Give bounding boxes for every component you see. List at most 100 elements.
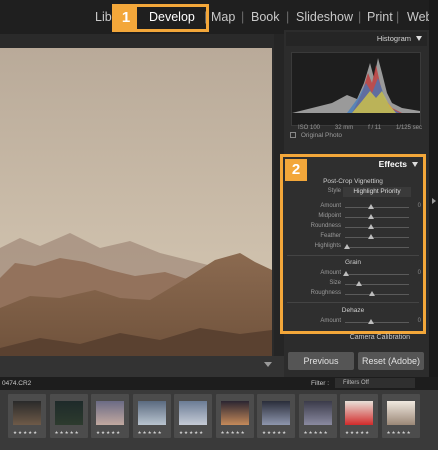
vignette-midpoint-slider-thumb[interactable] <box>367 214 374 219</box>
original-photo-toggle[interactable]: Original Photo <box>290 132 342 139</box>
vignette-amount-value[interactable]: 0 <box>411 203 421 209</box>
vignette-highlights-slider-thumb[interactable] <box>343 244 350 249</box>
original-photo-label: Original Photo <box>300 132 343 139</box>
aperture: f / 11 <box>368 125 382 131</box>
grain-size-slider[interactable] <box>345 284 409 285</box>
dehaze-amount-value[interactable]: 0 <box>411 318 421 324</box>
vignette-roundness-slider[interactable] <box>345 227 409 228</box>
dehaze-title: Dehaze <box>341 307 365 314</box>
photo-image <box>0 48 272 375</box>
landscape-photo <box>0 48 272 375</box>
filmstrip-thumbnail[interactable]: ★★★★★ <box>340 394 378 438</box>
grain-roughness-slider[interactable] <box>345 294 409 295</box>
grain-amount-slider-thumb[interactable] <box>343 271 350 276</box>
filmstrip-thumbnail[interactable]: ★★★★★ <box>132 394 171 438</box>
thumbnail-rating[interactable]: ★★★★★ <box>96 430 121 436</box>
thumbnail-rating[interactable]: ★★★★★ <box>221 430 246 436</box>
toolbar-dropdown-icon[interactable] <box>264 362 272 367</box>
vignette-amount-label: Amount <box>320 203 341 209</box>
filter-dropdown[interactable]: Filters Off <box>335 378 415 388</box>
histogram-plot <box>292 58 420 113</box>
module-library[interactable]: Lib <box>95 10 112 24</box>
panel-buttons: Previous Reset (Adobe) <box>284 352 430 374</box>
effects-title: Effects <box>378 159 407 169</box>
thumbnail-rating[interactable]: ★★★★★ <box>179 430 204 436</box>
vignette-amount-slider-thumb[interactable] <box>367 204 374 209</box>
module-picker: Lib | Develop | Map | Book | Slideshow |… <box>0 0 438 34</box>
bottom-toolbar <box>0 356 284 377</box>
dehaze-amount-slider[interactable] <box>345 322 409 323</box>
thumbnail-image <box>303 401 332 425</box>
thumbnail-image <box>54 401 83 425</box>
filmstrip-thumbnail[interactable]: ★★★★★ <box>174 394 212 438</box>
thumbnail-rating[interactable]: ★★★★★ <box>345 430 370 436</box>
filmstrip-thumbnail[interactable]: ★★★★★ <box>49 394 88 438</box>
module-print[interactable]: Print <box>367 10 393 24</box>
thumbnail-image <box>220 401 249 425</box>
module-map[interactable]: Map <box>211 10 235 24</box>
histogram-collapse-icon[interactable] <box>416 36 422 41</box>
thumbnail-rating[interactable]: ★★★★★ <box>304 430 329 436</box>
thumbnail-rating[interactable]: ★★★★★ <box>262 430 287 436</box>
filmstrip-bar: 0474.CR2 Filter : Filters Off <box>0 377 438 390</box>
filmstrip-thumbnail[interactable]: ★★★★★ <box>8 394 46 438</box>
grain-size-slider-thumb[interactable] <box>356 281 363 286</box>
previous-button[interactable]: Previous <box>288 352 354 370</box>
grain-roughness-slider-thumb[interactable] <box>368 291 375 296</box>
focal-length: 32 mm <box>334 125 354 131</box>
grain-amount-label: Amount <box>320 270 341 276</box>
module-separator: | <box>358 10 362 24</box>
filename-label[interactable]: 0474.CR2 <box>2 380 31 387</box>
shutter: 1/125 sec <box>395 125 422 131</box>
vignette-feather-label: Feather <box>320 233 341 239</box>
filmstrip-thumbnail[interactable]: ★★★★★ <box>257 394 295 438</box>
filmstrip-thumbnail[interactable]: ★★★★★ <box>298 394 337 438</box>
right-panel-toggle-icon[interactable] <box>432 198 436 204</box>
module-slideshow[interactable]: Slideshow <box>296 10 353 24</box>
thumbnail-rating[interactable]: ★★★★★ <box>138 430 163 436</box>
effects-panel: 2 Effects Post-Crop Vignetting Style Hig… <box>280 154 426 334</box>
vignette-midpoint-slider[interactable] <box>345 217 409 218</box>
vignette-highlights-slider[interactable] <box>345 247 409 248</box>
reset-button[interactable]: Reset (Adobe) <box>358 352 424 370</box>
grain-title: Grain <box>345 259 361 266</box>
dehaze-amount-slider-thumb[interactable] <box>367 319 374 324</box>
vignette-roundness-slider-thumb[interactable] <box>367 224 374 229</box>
thumbnail-rating[interactable]: ★★★★★ <box>55 430 80 436</box>
vignette-amount-slider[interactable] <box>345 207 409 208</box>
effects-collapse-icon[interactable] <box>412 162 418 167</box>
thumbnail-image <box>262 401 290 425</box>
histogram-header[interactable]: Histogram <box>286 32 427 46</box>
grain-amount-value[interactable]: 0 <box>411 270 421 276</box>
module-book[interactable]: Book <box>251 10 280 24</box>
thumbnail-rating[interactable]: ★★★★★ <box>13 430 38 436</box>
camera-calibration-header[interactable]: Camera Calibration <box>280 334 426 346</box>
vignette-feather-slider-thumb[interactable] <box>367 234 374 239</box>
dehaze-amount-label: Amount <box>320 318 341 324</box>
histogram-title: Histogram <box>376 34 411 43</box>
original-photo-checkbox[interactable] <box>290 132 296 139</box>
module-separator: | <box>396 10 400 24</box>
filmstrip-thumbnail[interactable]: ★★★★★ <box>215 394 254 438</box>
vignette-feather-slider[interactable] <box>345 237 409 238</box>
lightroom-develop-window: Lib | Develop | Map | Book | Slideshow |… <box>0 0 438 450</box>
style-dropdown[interactable]: Highlight Priority <box>343 187 411 197</box>
module-separator: | <box>241 10 245 24</box>
vignette-midpoint-label: Midpoint <box>318 213 341 219</box>
thumbnail-image <box>137 401 166 425</box>
effects-header[interactable]: Effects <box>283 157 423 172</box>
thumbnail-rating[interactable]: ★★★★★ <box>387 430 412 436</box>
histogram-graph: ISO 100 32 mm f / 11 1/125 sec <box>291 52 422 131</box>
callout-number-1: 1 <box>115 7 137 29</box>
thumbnail-image <box>96 401 124 425</box>
grain-amount-slider[interactable] <box>345 274 409 275</box>
filmstrip-thumbnail[interactable]: ★★★★★ <box>91 394 129 438</box>
thumbnail-image <box>13 401 41 425</box>
section-divider <box>287 302 419 303</box>
thumbnail-image <box>386 401 415 425</box>
thumbnail-image <box>179 401 207 425</box>
camera-calibration-title: Camera Calibration <box>349 334 410 341</box>
section-divider <box>287 255 419 256</box>
filmstrip-thumbnail[interactable]: ★★★★★ <box>381 394 420 438</box>
grain-roughness-label: Roughness <box>310 290 341 296</box>
